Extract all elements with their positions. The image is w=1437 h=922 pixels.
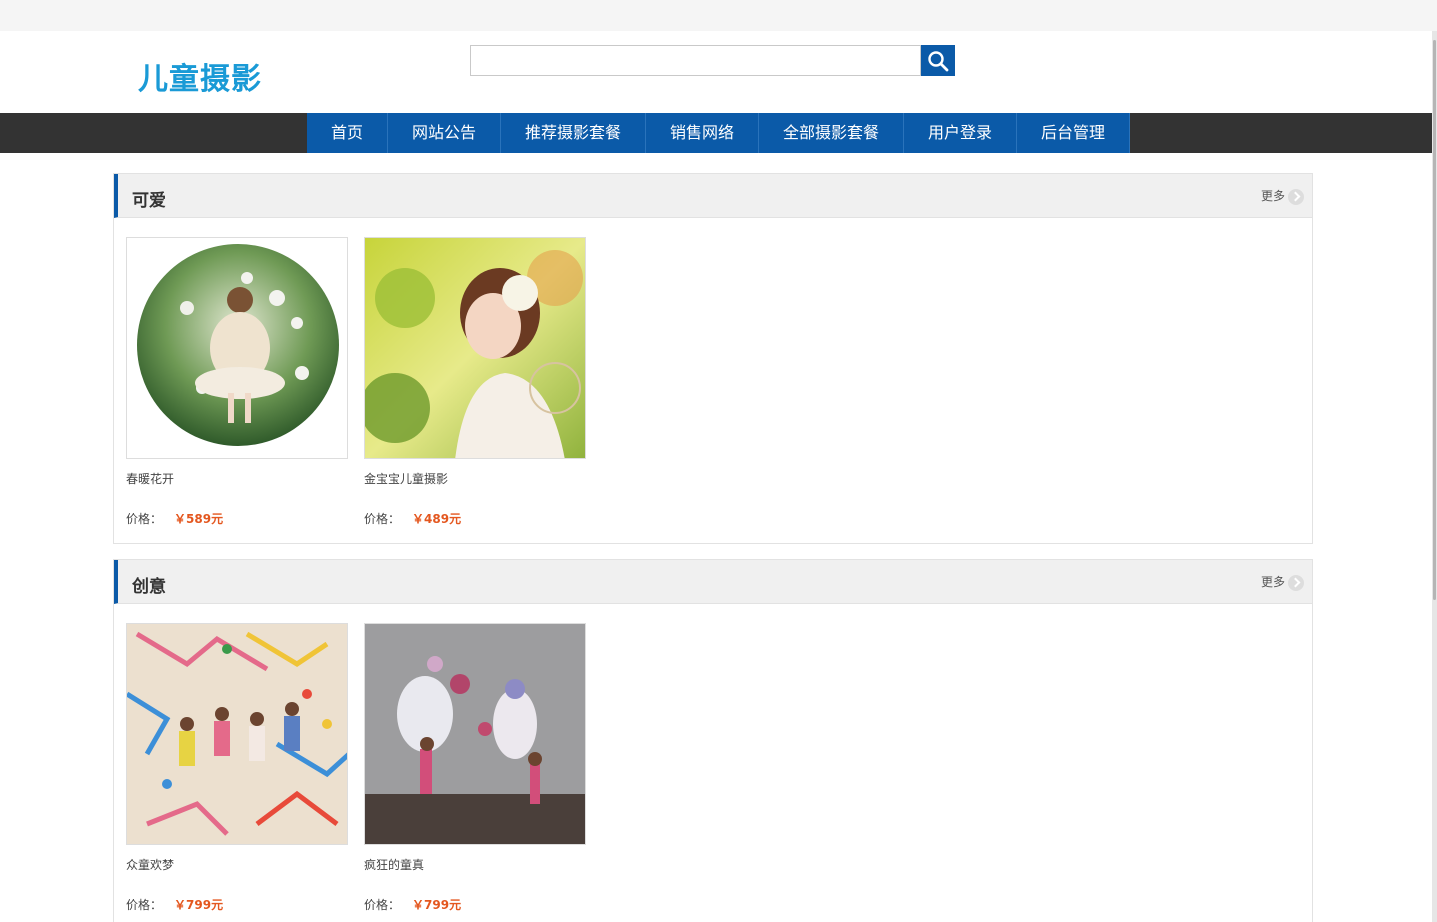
scrollbar-thumb[interactable]: [1433, 40, 1436, 600]
section-header: 创意 更多: [114, 560, 1312, 604]
more-link[interactable]: 更多: [1261, 573, 1304, 591]
search-icon: [928, 51, 949, 72]
section-header: 可爱 更多: [114, 174, 1312, 218]
top-strip: [0, 0, 1437, 31]
main-nav: 首页 网站公告 推荐摄影套餐 销售网络 全部摄影套餐 用户登录 后台管理: [0, 113, 1432, 153]
nav-home[interactable]: 首页: [307, 113, 388, 153]
product-name[interactable]: 众童欢梦: [126, 856, 174, 873]
price-label: 价格：: [126, 898, 163, 912]
price-value: ￥489元: [412, 512, 462, 526]
section-title: 创意: [132, 577, 166, 597]
product-name[interactable]: 春暖花开: [126, 470, 174, 487]
product-price-row: 价格： ￥799元: [126, 896, 223, 913]
nav-recommended-packages[interactable]: 推荐摄影套餐: [501, 113, 646, 153]
nav-sales-network[interactable]: 销售网络: [646, 113, 759, 153]
search-button[interactable]: [921, 45, 955, 76]
nav-admin[interactable]: 后台管理: [1017, 113, 1130, 153]
site-logo[interactable]: 儿童摄影: [138, 54, 262, 98]
chevron-right-icon: [1288, 574, 1304, 591]
section-title: 可爱: [132, 191, 166, 211]
category-section-cute: 可爱 更多 春暖花开 价格： ￥589元 金宝宝儿童摄影 价格： ￥489元: [113, 173, 1313, 544]
price-label: 价格：: [364, 512, 401, 526]
nav-all-packages[interactable]: 全部摄影套餐: [759, 113, 904, 153]
product-image[interactable]: [126, 237, 348, 459]
search-input[interactable]: [470, 45, 921, 76]
price-label: 价格：: [364, 898, 401, 912]
product-image[interactable]: [364, 237, 586, 459]
product-price-row: 价格： ￥589元: [126, 510, 223, 527]
more-label: 更多: [1260, 189, 1285, 203]
more-link[interactable]: 更多: [1261, 187, 1304, 205]
nav-user-login[interactable]: 用户登录: [904, 113, 1017, 153]
category-section-creative: 创意 更多 众童欢梦 价格： ￥799元 疯狂的童真 价格： ￥799元: [113, 559, 1313, 922]
price-label: 价格：: [126, 512, 163, 526]
product-price-row: 价格： ￥489元: [364, 510, 461, 527]
more-label: 更多: [1260, 575, 1285, 589]
product-price-row: 价格： ￥799元: [364, 896, 461, 913]
price-value: ￥799元: [174, 898, 224, 912]
nav-announcements[interactable]: 网站公告: [388, 113, 501, 153]
product-image[interactable]: [126, 623, 348, 845]
price-value: ￥799元: [412, 898, 462, 912]
product-name[interactable]: 金宝宝儿童摄影: [364, 470, 448, 487]
product-name[interactable]: 疯狂的童真: [364, 856, 424, 873]
product-image[interactable]: [364, 623, 586, 845]
chevron-right-icon: [1288, 188, 1304, 205]
price-value: ￥589元: [174, 512, 224, 526]
